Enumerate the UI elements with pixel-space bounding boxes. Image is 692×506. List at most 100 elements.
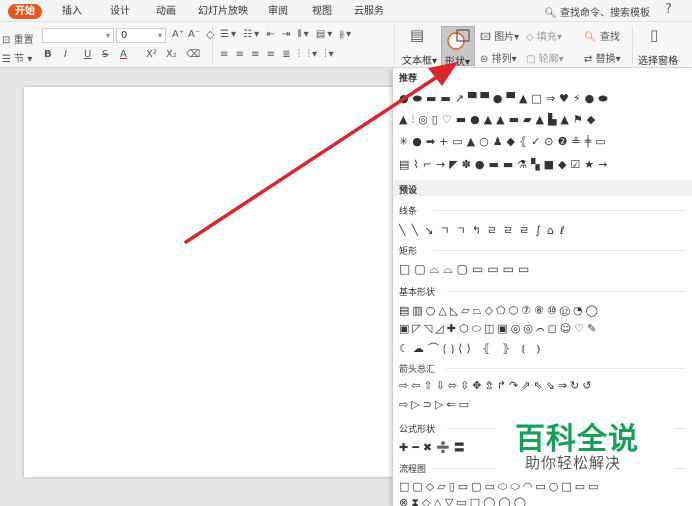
section-button[interactable]: ☰ 节 ▾	[2, 50, 32, 65]
shape-glyphs[interactable]: ✳●➡+▭▲○♟◆⦃✓⊙❷≗╪▭	[399, 135, 610, 149]
outline-button[interactable]: ▢ 轮廓▾	[526, 50, 564, 65]
shape-glyphs[interactable]: ⇨▷⊃▷⇐▭	[399, 398, 472, 412]
ribbon-divider	[212, 26, 213, 64]
find-button[interactable]: 🔍︎ 查找	[584, 28, 620, 43]
shape-glyphs[interactable]: □▢◇▱▯▭▢▭⬭⬭◠▭○□▭▭	[399, 480, 602, 494]
shape-glyphs[interactable]: ▲⫶◎▯♡▬●▲▲▬▰▲▙▲⚑◆	[399, 113, 599, 127]
slide-canvas[interactable]	[24, 87, 399, 477]
shape-glyphs[interactable]: ╲╲↘ㄱㄱ↰ㄹㄹㄹ∫⌂ℓ	[399, 222, 571, 236]
fill-label: 填充	[536, 32, 557, 43]
arrange-button[interactable]: ⊜ 排列▾	[480, 50, 517, 65]
reset-label: 重置	[13, 35, 34, 46]
shape-glyphs[interactable]: ●⬬▬▬↗▀▀●▀▲□⇒♥⚡●⬬	[399, 92, 612, 106]
tab-review[interactable]: 审阅	[268, 4, 288, 19]
arrange-label: 排列	[491, 54, 512, 65]
section-divider	[433, 250, 686, 251]
replace-label: 替换	[595, 54, 616, 65]
ribbon-divider	[394, 26, 395, 64]
basic-row-2[interactable]: ▣◸◹◿✚⬡⬭◫▣◎◎⌒◻☺♡✎	[399, 322, 690, 336]
preset-header: 预设	[393, 180, 692, 196]
shape-glyphs[interactable]: ▣◸◹◿✚⬡⬭◫▣◎◎⌒◻☺♡✎	[399, 322, 599, 336]
lines-row[interactable]: ╲╲↘ㄱㄱ↰ㄹㄹㄹ∫⌂ℓ	[399, 222, 690, 236]
bullet-list-icon[interactable]: ☰▾ ☷▾ ⇤ ⇥ ⫴▾ ▤▾ ⫵▾	[220, 29, 353, 40]
recommended-row-2[interactable]: ▲⫶◎▯♡▬●▲▲▬▰▲▙▲⚑◆	[399, 113, 690, 127]
tab-design[interactable]: 设计	[110, 4, 130, 19]
tab-home[interactable]: 开始	[8, 4, 42, 19]
help-icon[interactable]: ?	[665, 2, 672, 17]
chevron-down-icon: ▾	[27, 54, 33, 65]
picture-button[interactable]: 🖾︎ 图片▾	[480, 28, 519, 47]
section-divider	[433, 210, 686, 211]
selection-pane-button[interactable]: 选择窗格	[638, 52, 678, 67]
recommended-title: 推荐	[399, 74, 418, 84]
tab-slideshow[interactable]: 幻灯片放映	[198, 4, 248, 19]
superscript-button[interactable]: X²	[146, 49, 157, 60]
reset-icon: ⊡	[2, 35, 11, 46]
tab-view[interactable]: 视图	[312, 4, 332, 19]
textbox-label: 文本框	[402, 56, 432, 67]
basic-row-3[interactable]: ☾☁⌒⟮⟯⟨⟩ ⦃ ⦄ ⦅ ⦆	[399, 340, 690, 354]
basic-shapes-title: 基本形状	[399, 288, 436, 298]
shape-glyphs[interactable]: ✚━✖➗〓	[399, 439, 469, 453]
flowchart-title: 流程图	[399, 465, 427, 475]
bold-button[interactable]: B	[44, 49, 52, 60]
chevron-down-icon: ▾	[105, 31, 110, 40]
replace-button[interactable]: ⇄ 替换▾	[584, 50, 621, 65]
clear-format-icon[interactable]: ◇	[206, 28, 214, 41]
tab-animation[interactable]: 动画	[156, 4, 176, 19]
font-color-button[interactable]: A	[120, 49, 127, 60]
shape-button[interactable]: 形状▾	[441, 26, 475, 68]
tab-cloud[interactable]: 云服务	[354, 4, 384, 19]
shape-label: 形状▾	[445, 57, 471, 68]
watermark: 百科全说 助你轻松解决	[495, 410, 675, 476]
picture-label: 图片	[494, 32, 515, 43]
find-label: 查找	[599, 32, 620, 43]
command-search[interactable]: 🔍︎ 查找命令、搜索模板	[544, 4, 650, 19]
textbox-icon: ▤	[410, 26, 425, 44]
rect-title: 矩形	[399, 247, 418, 257]
textbox-button[interactable]: 文本框▾	[402, 52, 437, 67]
font-size-select[interactable]: 0 ▾	[116, 28, 166, 43]
search-icon: 🔍︎	[544, 8, 557, 19]
reset-button[interactable]: ⊡ 重置	[2, 31, 34, 46]
arrows-row-1[interactable]: ⇨⇦⇧⇩⬄⇳✥⇯↱↷⇗⇖⇘⇒↻↺	[399, 379, 690, 393]
shape-glyphs[interactable]: ⇨⇦⇧⇩⬄⇳✥⇯↱↷⇗⇖⇘⇒↻↺	[399, 379, 594, 393]
font-shrink-button[interactable]: A⁻	[188, 29, 200, 40]
replace-icon: ⇄	[584, 54, 593, 65]
font-size-value: 0	[121, 30, 128, 41]
arrows-title: 箭头总汇	[399, 365, 436, 375]
section-divider	[447, 291, 686, 292]
align-icons[interactable]: ≡ ≡ ≡ ≡ ≣ ⫶ ⫶▾ ⫶▾	[220, 49, 336, 60]
underline-button[interactable]: U	[84, 49, 91, 60]
fill-button[interactable]: ◇ 填充▾	[526, 28, 562, 43]
shape-glyphs[interactable]: ▤⌇⌐→◤✽●▬▬⚗▚■◆☑★→	[399, 158, 611, 172]
flowchart-row-2[interactable]: ⊗⧗◇△▽▭□◯◯◯	[399, 496, 690, 506]
shape-glyphs[interactable]: □▢⌓⌓▢▭▭▭▭	[399, 262, 533, 276]
shape-glyphs[interactable]: ▤▥○△◺▱⏢◇⬠⬡⑦⑧⑩⑫◔◯	[399, 304, 601, 318]
eraser-icon[interactable]: ⌫	[186, 49, 200, 60]
recommended-row-4[interactable]: ▤⌇⌐→◤✽●▬▬⚗▚■◆☑★→	[399, 158, 690, 172]
basic-row-1[interactable]: ▤▥○△◺▱⏢◇⬠⬡⑦⑧⑩⑫◔◯	[399, 304, 690, 318]
font-name-select[interactable]: ▾	[42, 28, 114, 43]
font-grow-button[interactable]: A⁺	[172, 29, 184, 40]
shape-icon	[447, 29, 470, 50]
section-divider	[447, 368, 686, 369]
ribbon-divider	[632, 26, 633, 64]
recommended-row-1[interactable]: ●⬬▬▬↗▀▀●▀▲□⇒♥⚡●⬬	[399, 92, 690, 106]
search-icon: 🔍︎	[584, 32, 597, 43]
menu-bar: 开始 插入 设计 动画 幻灯片放映 审阅 视图 云服务 🔍︎ 查找命令、搜索模板…	[0, 0, 692, 22]
lines-title: 线条	[399, 207, 418, 217]
rect-row[interactable]: □▢⌓⌓▢▭▭▭▭	[399, 262, 690, 276]
strikethrough-button[interactable]: S	[102, 49, 108, 60]
watermark-subtitle: 助你轻松解决	[525, 454, 622, 472]
recommended-row-3[interactable]: ✳●➡+▭▲○♟◆⦃✓⊙❷≗╪▭	[399, 135, 690, 149]
shape-glyphs[interactable]: ☾☁⌒⟮⟯⟨⟩ ⦃ ⦄ ⦅ ⦆	[399, 340, 544, 354]
ribbon-toolbar: ⊡ 重置 ☰ 节 ▾ ▾ 0 ▾ A⁺ A⁻ ◇ B I U S A X² X₂…	[0, 22, 692, 68]
tab-insert[interactable]: 插入	[62, 4, 82, 19]
italic-button[interactable]: I	[64, 49, 67, 60]
shape-glyphs[interactable]: ⊗⧗◇△▽▭□◯◯◯	[399, 496, 529, 506]
command-search-label: 查找命令、搜索模板	[560, 8, 650, 19]
subscript-button[interactable]: X₂	[166, 49, 177, 60]
flowchart-row-1[interactable]: □▢◇▱▯▭▢▭⬭⬭◠▭○□▭▭	[399, 480, 690, 494]
chevron-down-icon: ▾	[157, 31, 162, 40]
